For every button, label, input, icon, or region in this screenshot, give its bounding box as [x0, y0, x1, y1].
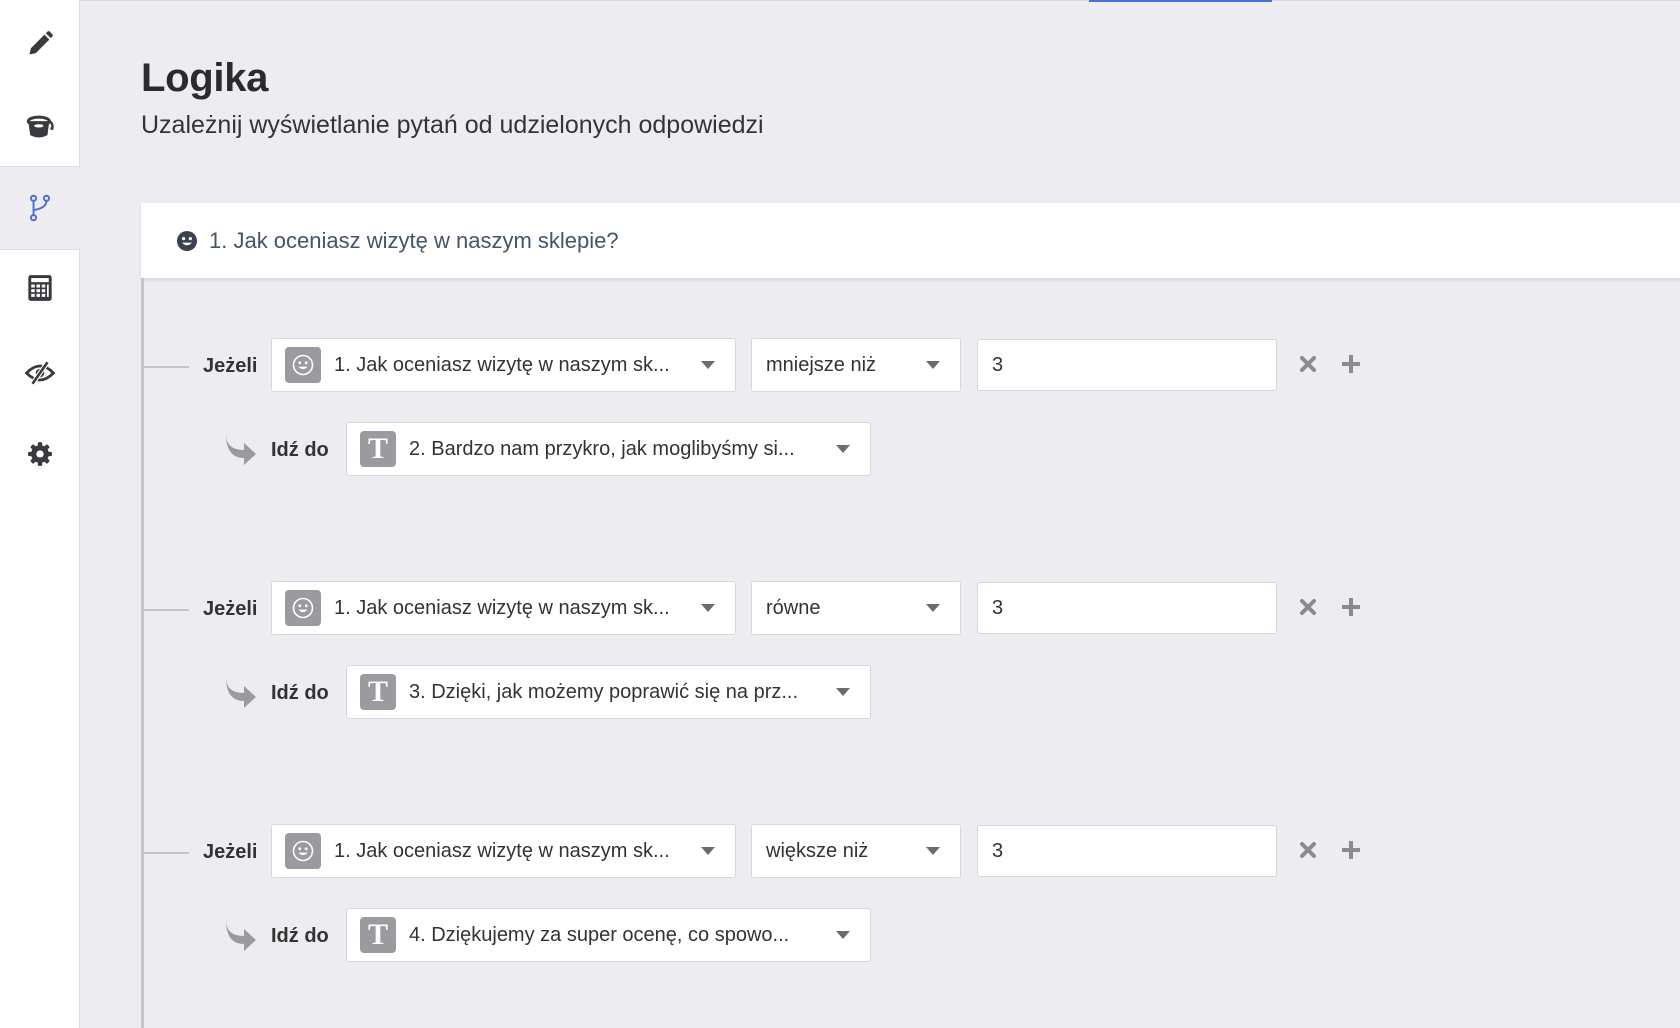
smiley-badge	[285, 347, 321, 383]
remove-rule-button[interactable]	[1294, 836, 1322, 864]
chevron-down-icon	[701, 604, 715, 612]
chevron-down-icon	[701, 361, 715, 369]
rule-value-input[interactable]	[977, 825, 1277, 877]
chevron-down-icon	[836, 931, 850, 939]
redirect-arrow-icon	[226, 434, 256, 465]
if-label: Jeżeli	[203, 841, 258, 863]
eye-slash-icon	[25, 360, 55, 386]
rule-value-input[interactable]	[977, 582, 1277, 634]
goto-label: Idź do	[271, 682, 329, 704]
goto-target-value: 4. Dziękujemy za super ocenę, co spowo..…	[409, 923, 790, 946]
smiley-icon	[292, 354, 314, 376]
sidebar-item-visibility[interactable]	[0, 343, 80, 403]
top-accent-bar	[1089, 0, 1272, 2]
pencil-icon	[29, 31, 53, 55]
chevron-down-icon	[836, 688, 850, 696]
redirect-arrow-icon	[226, 677, 256, 708]
rule-question-value: 1. Jak oceniasz wizytę w naszym sk...	[334, 596, 670, 619]
sidebar-item-edit[interactable]	[0, 14, 80, 74]
goto-target-select[interactable]: T 3. Dzięki, jak możemy poprawić się na …	[346, 665, 871, 719]
chevron-down-icon	[926, 847, 940, 855]
remove-rule-button[interactable]	[1294, 593, 1322, 621]
chevron-down-icon	[836, 445, 850, 453]
goto-target-select[interactable]: T 2. Bardzo nam przykro, jak moglibyśmy …	[346, 422, 871, 476]
chevron-down-icon	[926, 361, 940, 369]
top-border	[80, 0, 1680, 1]
rule-question-value: 1. Jak oceniasz wizytę w naszym sk...	[334, 839, 670, 862]
smiley-icon	[292, 597, 314, 619]
goto-target-select[interactable]: T 4. Dziękujemy za super ocenę, co spowo…	[346, 908, 871, 962]
close-icon	[1300, 842, 1316, 858]
rule-operator-value: mniejsze niż	[766, 353, 877, 376]
rule-operator-value: większe niż	[766, 839, 869, 862]
smiley-badge	[285, 833, 321, 869]
if-label: Jeżeli	[203, 598, 258, 620]
goto-label: Idź do	[271, 439, 329, 461]
sidebar-item-settings[interactable]	[0, 424, 80, 484]
chevron-down-icon	[926, 604, 940, 612]
rule-question-value: 1. Jak oceniasz wizytę w naszym sk...	[334, 353, 670, 376]
plus-icon	[1342, 598, 1360, 616]
add-rule-button[interactable]	[1337, 836, 1365, 864]
chevron-down-icon	[701, 847, 715, 855]
redirect-arrow-icon	[226, 920, 256, 951]
close-icon	[1300, 356, 1316, 372]
tree-branch	[144, 852, 189, 854]
page-title: Logika	[141, 56, 269, 100]
text-question-icon: T	[360, 674, 396, 710]
rule-operator-select[interactable]: mniejsze niż	[751, 338, 961, 392]
rule-question-select[interactable]: 1. Jak oceniasz wizytę w naszym sk...	[271, 581, 736, 635]
goto-label: Idź do	[271, 925, 329, 947]
goto-target-value: 2. Bardzo nam przykro, jak moglibyśmy si…	[409, 437, 795, 460]
smiley-icon	[292, 840, 314, 862]
rule-value-input[interactable]	[977, 339, 1277, 391]
page-subtitle: Uzależnij wyświetlanie pytań od udzielon…	[141, 111, 764, 139]
sidebar-item-logic[interactable]	[0, 178, 80, 238]
sidebar	[0, 0, 80, 1028]
calculator-icon	[28, 275, 52, 301]
add-rule-button[interactable]	[1337, 350, 1365, 378]
plus-icon	[1342, 841, 1360, 859]
text-question-icon: T	[360, 917, 396, 953]
smiley-icon	[177, 230, 197, 251]
rule-operator-value: równe	[766, 596, 821, 619]
sidebar-item-design[interactable]	[0, 97, 80, 157]
question-card[interactable]: 1. Jak oceniasz wizytę w naszym sklepie?	[141, 203, 1680, 278]
rule-operator-select[interactable]: większe niż	[751, 824, 961, 878]
tree-line	[141, 278, 144, 1028]
paint-bucket-icon	[26, 115, 54, 138]
text-question-icon: T	[360, 431, 396, 467]
goto-target-value: 3. Dzięki, jak możemy poprawić się na pr…	[409, 680, 799, 703]
sidebar-item-calculator[interactable]	[0, 258, 80, 318]
branch-icon	[29, 194, 51, 222]
rule-question-select[interactable]: 1. Jak oceniasz wizytę w naszym sk...	[271, 338, 736, 392]
remove-rule-button[interactable]	[1294, 350, 1322, 378]
tree-branch	[144, 609, 189, 611]
add-rule-button[interactable]	[1337, 593, 1365, 621]
rule-question-select[interactable]: 1. Jak oceniasz wizytę w naszym sk...	[271, 824, 736, 878]
plus-icon	[1342, 355, 1360, 373]
close-icon	[1300, 599, 1316, 615]
smiley-badge	[285, 590, 321, 626]
if-label: Jeżeli	[203, 355, 258, 377]
gear-icon	[28, 442, 52, 466]
tree-branch	[144, 366, 189, 368]
rule-operator-select[interactable]: równe	[751, 581, 961, 635]
question-title: 1. Jak oceniasz wizytę w naszym sklepie?	[209, 227, 619, 253]
